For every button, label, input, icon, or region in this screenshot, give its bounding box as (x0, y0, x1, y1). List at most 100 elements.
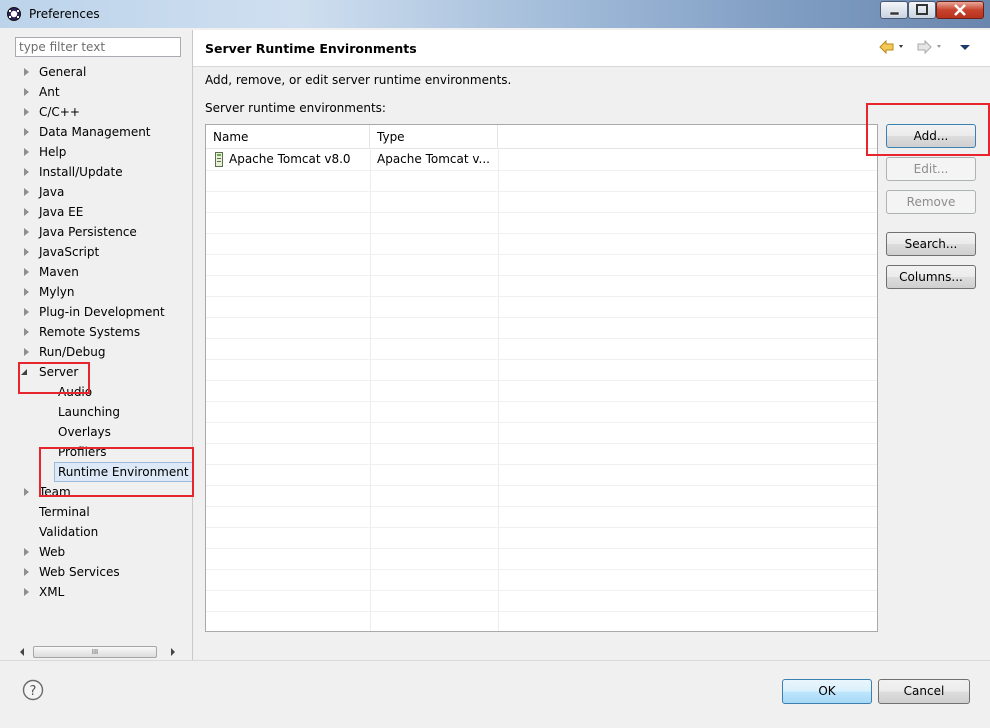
expand-arrow-icon[interactable] (24, 128, 29, 136)
preference-tree: General Ant C/C++ Data Management Help Instal… (14, 62, 192, 642)
tree-item-c-c-[interactable]: C/C++ (14, 102, 192, 122)
column-header-name[interactable]: Name (206, 125, 370, 148)
expand-arrow-icon[interactable] (24, 188, 29, 196)
tree-item-runtime-environment[interactable]: Runtime Environment (14, 462, 192, 482)
table-row[interactable]: Apache Tomcat v8.0 Apache Tomcat v... (206, 149, 877, 170)
scroll-thumb[interactable]: III (33, 646, 157, 658)
tree-item-general[interactable]: General (14, 62, 192, 82)
tree-item-java-ee[interactable]: Java EE (14, 202, 192, 222)
expand-arrow-icon[interactable] (24, 288, 29, 296)
row-gridline (206, 212, 877, 213)
row-gridline (206, 170, 877, 171)
tree-item-maven[interactable]: Maven (14, 262, 192, 282)
expand-arrow-icon[interactable] (24, 208, 29, 216)
tree-item-label: Team (39, 485, 71, 499)
tree-item-label: Data Management (39, 125, 151, 139)
expand-arrow-icon[interactable] (24, 568, 29, 576)
tree-item-install-update[interactable]: Install/Update (14, 162, 192, 182)
tree-item-label: Java (39, 185, 65, 199)
tree-horizontal-scrollbar[interactable]: III (15, 644, 181, 661)
expand-arrow-icon[interactable] (24, 108, 29, 116)
search-button[interactable]: Search... (886, 232, 976, 256)
columns-button[interactable]: Columns... (886, 265, 976, 289)
tree-item-data-management[interactable]: Data Management (14, 122, 192, 142)
minimize-icon (889, 11, 900, 16)
tree-item-remote-systems[interactable]: Remote Systems (14, 322, 192, 342)
expand-arrow-icon[interactable] (24, 148, 29, 156)
row-gridline (206, 590, 877, 591)
tree-item-team[interactable]: Team (14, 482, 192, 502)
table-header: Name Type (206, 125, 877, 149)
expand-arrow-icon[interactable] (24, 248, 29, 256)
expand-arrow-icon[interactable] (24, 168, 29, 176)
column-header-filler (498, 125, 877, 148)
tree-item-run-debug[interactable]: Run/Debug (14, 342, 192, 362)
maximize-button[interactable] (908, 1, 936, 19)
tree-item-terminal[interactable]: Terminal (14, 502, 192, 522)
expand-arrow-icon[interactable] (24, 308, 29, 316)
tree-item-java[interactable]: Java (14, 182, 192, 202)
expand-arrow-icon[interactable] (24, 228, 29, 236)
tree-item-label: Validation (39, 525, 99, 539)
tree-item-label: Install/Update (39, 165, 123, 179)
expand-arrow-icon[interactable] (24, 548, 29, 556)
maximize-icon (916, 4, 928, 15)
filter-input[interactable] (15, 37, 181, 57)
tree-item-overlays[interactable]: Overlays (14, 422, 192, 442)
help-icon[interactable]: ? (22, 679, 44, 701)
column-header-type[interactable]: Type (370, 125, 498, 148)
expand-arrow-icon[interactable] (24, 488, 29, 496)
tree-item-audio[interactable]: Audio (14, 382, 192, 402)
tree-item-web[interactable]: Web (14, 542, 192, 562)
tree-item-validation[interactable]: Validation (14, 522, 192, 542)
row-gridline (206, 233, 877, 234)
forward-arrow-icon[interactable] (917, 39, 947, 55)
pane-splitter[interactable] (192, 30, 193, 660)
tree-item-launching[interactable]: Launching (14, 402, 192, 422)
row-gridline (206, 380, 877, 381)
tree-item-label: Mylyn (39, 285, 75, 299)
tree-item-profilers[interactable]: Profilers (14, 442, 192, 462)
title-bar[interactable]: Preferences (0, 0, 990, 28)
ok-button[interactable]: OK (782, 679, 872, 704)
row-gridline (206, 296, 877, 297)
tree-item-help[interactable]: Help (14, 142, 192, 162)
tree-item-xml[interactable]: XML (14, 582, 192, 602)
tree-item-label: Java EE (39, 205, 84, 219)
edit-button[interactable]: Edit... (886, 157, 976, 181)
tree-item-label: Web (39, 545, 66, 559)
tree-item-label: Run/Debug (39, 345, 106, 359)
tree-item-label: Launching (58, 405, 121, 419)
expand-arrow-icon[interactable] (24, 88, 29, 96)
row-gridline (206, 464, 877, 465)
tree-item-ant[interactable]: Ant (14, 82, 192, 102)
expand-arrow-icon[interactable] (24, 68, 29, 76)
tree-item-label: Remote Systems (39, 325, 141, 339)
minimize-button[interactable] (880, 1, 908, 19)
view-menu-icon[interactable] (957, 39, 973, 55)
tree-item-label: Profilers (58, 445, 107, 459)
expand-arrow-icon[interactable] (24, 348, 29, 356)
expand-arrow-icon[interactable] (24, 588, 29, 596)
tree-item-label: XML (39, 585, 65, 599)
tree-item-label: Ant (39, 85, 60, 99)
collapse-arrow-icon[interactable] (21, 369, 27, 375)
tree-item-java-persistence[interactable]: Java Persistence (14, 222, 192, 242)
scroll-right-arrow-icon[interactable] (171, 648, 175, 656)
scroll-left-arrow-icon[interactable] (20, 648, 24, 656)
runtime-name-cell: Apache Tomcat v8.0 (229, 152, 351, 166)
tree-item-mylyn[interactable]: Mylyn (14, 282, 192, 302)
remove-button[interactable]: Remove (886, 190, 976, 214)
tree-item-server[interactable]: Server (14, 362, 192, 382)
row-gridline (206, 191, 877, 192)
tree-item-plug-in-development[interactable]: Plug-in Development (14, 302, 192, 322)
cancel-button[interactable]: Cancel (878, 679, 970, 704)
expand-arrow-icon[interactable] (24, 328, 29, 336)
tree-item-javascript[interactable]: JavaScript (14, 242, 192, 262)
row-gridline (206, 254, 877, 255)
tree-item-web-services[interactable]: Web Services (14, 562, 192, 582)
back-arrow-icon[interactable] (878, 39, 908, 55)
close-button[interactable] (936, 1, 984, 19)
add-button[interactable]: Add... (886, 124, 976, 148)
expand-arrow-icon[interactable] (24, 268, 29, 276)
